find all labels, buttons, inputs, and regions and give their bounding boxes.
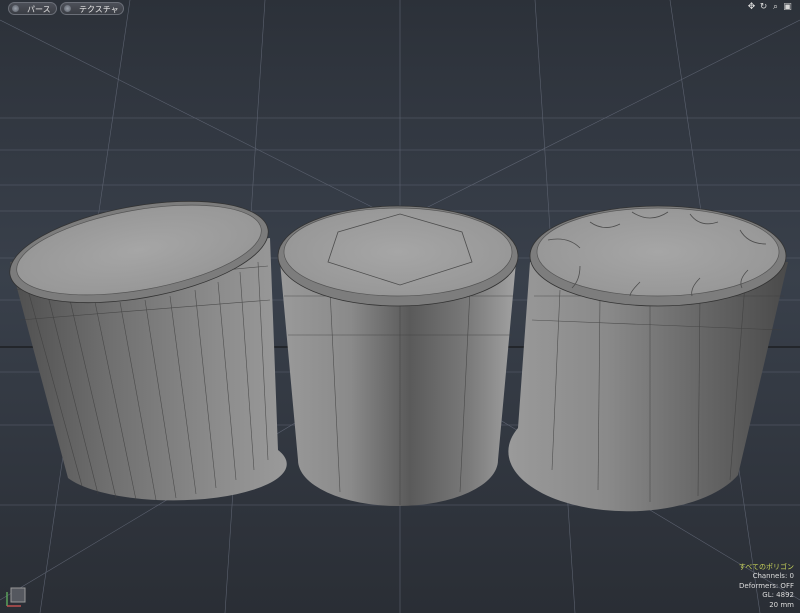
viewport-canvas[interactable] (0, 0, 800, 613)
toggle-knob-icon (64, 5, 71, 12)
cylinder-2[interactable] (277, 205, 519, 506)
fit-icon[interactable]: ▣ (783, 3, 792, 12)
channels-label: Channels: 0 (752, 572, 794, 580)
viewport-nav-icons: ✥ ↻ ⌕ ▣ (747, 3, 792, 12)
gl-label: GL: 4892 (762, 591, 794, 599)
zoom-icon[interactable]: ⌕ (771, 3, 780, 12)
3d-viewport[interactable] (0, 0, 800, 613)
move-icon[interactable]: ✥ (747, 3, 756, 12)
perspective-button[interactable]: パース (8, 2, 57, 15)
deformers-label: Deformers: OFF (739, 581, 794, 590)
viewport-info-overlay: すべてのポリゴン Channels: 0 Deformers: OFF GL: … (739, 563, 794, 611)
toggle-knob-icon (12, 5, 19, 12)
rotate-icon[interactable]: ↻ (759, 3, 768, 12)
texture-button[interactable]: テクスチャ (60, 2, 124, 15)
selection-mode-label: すべてのポリゴン (738, 562, 794, 571)
axis-gizmo-icon (5, 586, 27, 608)
grid-size-label: 20 mm (769, 600, 794, 609)
texture-label: テクスチャ (79, 5, 119, 14)
perspective-label: パース (27, 5, 51, 14)
